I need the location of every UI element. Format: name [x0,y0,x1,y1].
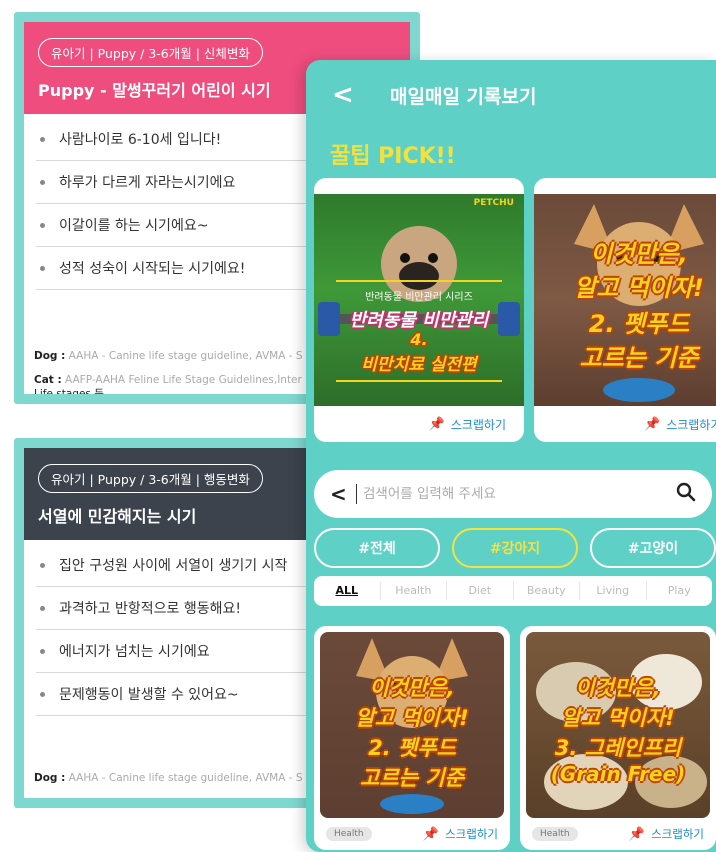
tab-health[interactable]: Health [381,582,447,600]
list-item-text: 문제행동이 발생할 수 있어요~ [59,687,239,703]
tab-diet[interactable]: Diet [447,582,514,600]
thumb-line-2: 4. [410,330,428,349]
thumb-line-1: 반려동물 비만관리 [349,310,489,331]
brand-logo: PETCHU [473,198,514,208]
tip-carousel[interactable]: PETCHU 반려동물 비만관리 시리즈 반려동물 비만관리 4. 비만치료 실… [314,178,716,444]
series-subtitle: 반려동물 비만관리 시리즈 [365,292,473,303]
list-item-text: 하루가 다르게 자라는시기에요 [59,175,236,191]
thumb-line-1: 이것만은, [590,240,688,268]
thumb-line-3: 2. 펫푸드 [368,736,456,760]
article-card[interactable]: 이것만은, 알고 먹이자! 2. 펫푸드 고르는 기준 Health 📌 스크랩… [314,626,510,850]
cat-source-label: Cat : [34,374,62,386]
category-badge: Health [326,827,372,841]
thumb-line-4: 고르는 기준 [579,344,699,372]
daily-record-screen: < 매일매일 기록보기 꿀팁 PICK!! PETCHU 반려동물 비만관리 시… [306,60,716,852]
thumb-line-3: 3. 그레인프리 [554,736,682,760]
dog-source-text: AAHA - Canine life stage guideline, AVMA… [68,772,303,784]
tab-all[interactable]: ALL [314,582,381,600]
search-input[interactable]: 검색어를 입력해 주세요 [356,484,676,504]
card-footer: Health 📌 스크랩하기 [520,818,716,850]
bullet-icon [40,222,45,228]
page-title: 매일매일 기록보기 [390,85,537,108]
thumb-line-4: 고르는 기준 [360,766,464,790]
scrap-button[interactable]: 📌 스크랩하기 [534,406,716,442]
scrap-button[interactable]: 스크랩하기 [651,826,704,842]
list-item-text: 이갈이를 하는 시기에요~ [59,218,209,234]
list-item-text: 에너지가 넘치는 시기에요 [59,644,210,660]
article-card[interactable]: 이것만은, 알고 먹이자! 3. 그레인프리 (Grain Free) Heal… [520,626,716,850]
thumb-line-1: 이것만은, [575,676,661,700]
search-bar: < 검색어를 입력해 주세요 [314,470,712,518]
tip-card[interactable]: PETCHU 반려동물 비만관리 시리즈 반려동물 비만관리 4. 비만치료 실… [314,178,524,442]
scrap-button[interactable]: 📌 스크랩하기 [314,406,524,442]
list-item-text: 사람나이로 6-10세 입니다! [59,132,222,148]
thumb-line-1: 이것만은, [369,676,455,700]
thumb-line-2: 알고 먹이자! [561,706,675,730]
category-all[interactable]: #전체 [314,528,440,568]
topic-tabs: ALL Health Diet Beauty Living Play [314,576,712,606]
list-item-text: 집안 구성원 사이에 서열이 생기기 시작 [59,558,288,574]
article-thumbnail: 이것만은, 알고 먹이자! 3. 그레인프리 (Grain Free) [526,632,710,818]
tab-living[interactable]: Living [580,582,647,600]
thumb-line-3: 2. 펫푸드 [588,310,690,338]
back-button[interactable]: < [332,80,372,110]
article-thumbnail: 이것만은, 알고 먹이자! 2. 펫푸드 고르는 기준 [320,632,504,818]
cat-source-text: AAFP-AAHA Feline Life Stage Guidelines,I… [65,374,302,386]
thumb-line-4: (Grain Free) [550,762,686,786]
bullet-icon [40,648,45,654]
category-filters: #전체 #강아지 #고양이 [314,528,716,568]
category-dog[interactable]: #강아지 [452,528,578,568]
tip-thumbnail: 이것만은, 알고 먹이자! 2. 펫푸드 고르는 기준 [534,194,716,406]
search-back-button[interactable]: < [330,482,356,506]
scrap-label: 스크랩하기 [450,417,506,432]
tip-card[interactable]: 이것만은, 알고 먹이자! 2. 펫푸드 고르는 기준 📌 스크랩하기 [534,178,716,442]
tab-beauty[interactable]: Beauty [514,582,580,600]
article-grid: 이것만은, 알고 먹이자! 2. 펫푸드 고르는 기준 Health 📌 스크랩… [314,626,716,852]
top-bar: < 매일매일 기록보기 [306,60,716,130]
search-icon[interactable] [676,482,696,507]
life-stage-tag: 유아기 | Puppy / 3-6개월 | 행동변화 [38,464,263,493]
thumb-line-3: 비만치료 실전편 [361,355,477,375]
bullet-icon [40,265,45,271]
category-cat[interactable]: #고양이 [590,528,716,568]
bullet-icon [40,136,45,142]
scrap-label: 스크랩하기 [666,417,716,432]
pin-icon[interactable]: 📌 [423,827,439,842]
tip-pick-heading: 꿀팁 PICK!! [330,144,456,169]
dog-source-label: Dog : [34,350,66,362]
pin-icon: 📌 [428,416,445,432]
list-item-text: 과격하고 반항적으로 행동해요! [59,601,241,617]
tab-play[interactable]: Play [647,582,713,600]
dog-source-label: Dog : [34,772,66,784]
bullet-icon [40,691,45,697]
tip-thumbnail: PETCHU 반려동물 비만관리 시리즈 반려동물 비만관리 4. 비만치료 실… [314,194,524,406]
category-badge: Health [532,827,578,841]
bullet-icon [40,562,45,568]
thumb-line-2: 알고 먹이자! [355,706,469,730]
bullet-icon [40,605,45,611]
list-item-text: 성적 성숙이 시작되는 시기에요! [59,261,246,277]
scrap-button[interactable]: 스크랩하기 [445,826,498,842]
life-stage-tag: 유아기 | Puppy / 3-6개월 | 신체변화 [38,38,263,67]
card-footer: Health 📌 스크랩하기 [314,818,510,850]
bullet-icon [40,179,45,185]
pin-icon[interactable]: 📌 [629,827,645,842]
thumb-line-2: 알고 먹이자! [574,274,704,302]
dog-source-text: AAHA - Canine life stage guideline, AVMA… [68,350,303,362]
pin-icon: 📌 [644,416,661,432]
